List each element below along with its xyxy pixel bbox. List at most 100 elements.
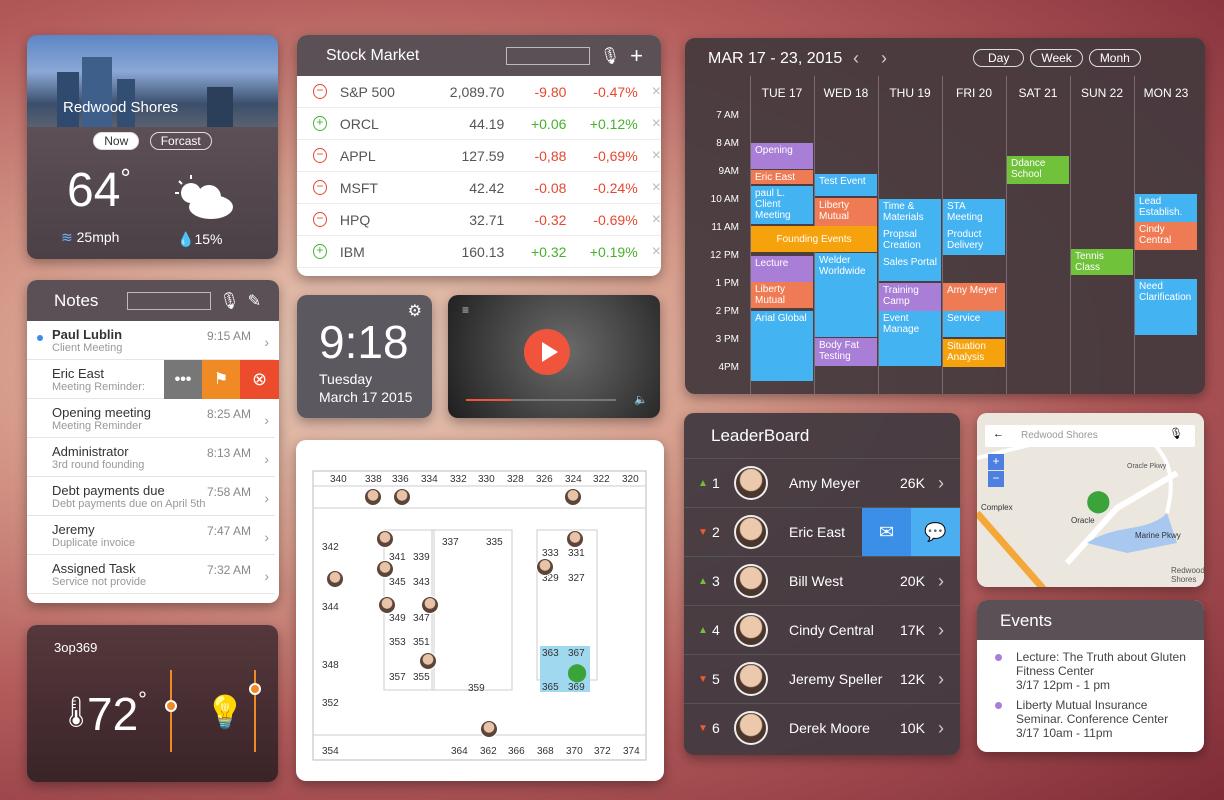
chevron-right-icon[interactable]: › (264, 568, 269, 584)
stock-search-input[interactable] (505, 46, 590, 65)
avatar[interactable] (364, 488, 382, 506)
volume-icon[interactable]: 🔈 (634, 393, 648, 406)
minus-icon[interactable]: − (313, 212, 327, 227)
calendar-event[interactable]: Opening (751, 143, 813, 169)
calendar-event[interactable]: Cindy Central (1135, 222, 1197, 250)
chevron-right-icon[interactable]: › (264, 412, 269, 428)
calendar-event[interactable]: Founding Events (751, 226, 877, 252)
calendar-event[interactable]: Tennis Class (1071, 249, 1133, 275)
note-item[interactable]: Debt payments due Debt payments due on Ap… (27, 477, 275, 516)
stock-row[interactable]: + IBM 160.13 +0.32 +0.19% × (297, 236, 661, 268)
next-icon[interactable]: › (881, 48, 887, 69)
calendar-event[interactable]: Ddance School (1007, 156, 1069, 184)
back-arrow-icon[interactable]: ← (993, 428, 1004, 440)
chevron-right-icon[interactable]: › (938, 620, 944, 641)
calendar-event[interactable]: Body Fat Testing (815, 338, 877, 366)
calendar-event[interactable]: Lead Establish. (1135, 194, 1197, 222)
play-button[interactable] (524, 329, 570, 375)
flag-button[interactable]: ⚑ (202, 360, 240, 399)
mic-icon[interactable]: 🎙 (1169, 427, 1183, 440)
close-icon[interactable]: × (652, 211, 661, 229)
edit-icon[interactable]: ✎ (248, 291, 261, 311)
calendar-event[interactable]: Time & Materials (879, 199, 941, 227)
calendar-event[interactable]: Service (943, 311, 1005, 337)
avatar[interactable] (419, 652, 437, 670)
add-icon[interactable]: + (630, 43, 643, 69)
close-icon[interactable]: × (652, 147, 661, 165)
note-item[interactable]: Assigned Task Service not provide 7:32 AM › (27, 555, 275, 594)
stock-row[interactable]: − HPQ 32.71 -0.32 -0.69% × (297, 204, 661, 236)
mic-icon[interactable]: 🎙 (219, 291, 239, 311)
calendar-event[interactable]: STA Meeting (943, 199, 1005, 227)
chevron-right-icon[interactable]: › (264, 451, 269, 467)
day-column[interactable] (1070, 76, 1134, 394)
leaderboard-row[interactable]: ▲ 1 Amy Meyer 26K › (684, 458, 960, 507)
light-slider[interactable] (249, 670, 261, 752)
plus-icon[interactable]: + (313, 244, 327, 259)
zoom-in-button[interactable]: + (988, 454, 1004, 470)
map-search-input[interactable]: Redwood Shores (985, 425, 1195, 447)
view-week-button[interactable]: Week (1030, 49, 1083, 67)
avatar[interactable] (393, 488, 411, 506)
note-item[interactable]: Eric East Meeting Reminder: ••• ⚑ ⊗ (27, 360, 279, 399)
calendar-event[interactable]: Liberty Mutual (751, 282, 813, 308)
stock-row[interactable]: − MSFT 42.42 -0.08 -0.24% × (297, 172, 661, 204)
map-widget[interactable]: Redwood Shores ← 🎙 + − ⬤ Oracle Complex … (977, 413, 1204, 587)
temp-slider[interactable] (165, 670, 177, 752)
view-day-button[interactable]: Day (973, 49, 1025, 67)
event-item[interactable]: Lecture: The Truth about Gluten Fitness C… (977, 650, 1204, 698)
close-icon[interactable]: × (652, 115, 661, 133)
avatar[interactable] (564, 488, 582, 506)
calendar-event[interactable]: Event Manage (879, 311, 941, 366)
calendar-event[interactable]: Lecture (751, 256, 813, 282)
zoom-out-button[interactable]: − (988, 471, 1004, 487)
calendar-event[interactable]: Sales Portal (879, 255, 941, 281)
avatar[interactable] (376, 530, 394, 548)
progress-bar[interactable] (466, 399, 616, 401)
gear-icon[interactable]: ⚙ (408, 301, 422, 321)
close-icon[interactable]: × (652, 243, 661, 261)
leaderboard-row[interactable]: ▼ 5 Jeremy Speller 12K › (684, 654, 960, 703)
note-item[interactable]: Administrator 3rd round founding 8:13 AM › (27, 438, 275, 477)
tab-forecast[interactable]: Forcast (149, 132, 212, 150)
tab-now[interactable]: Now (93, 132, 140, 150)
calendar-event[interactable]: Welder Worldwide (815, 253, 877, 337)
calendar-event[interactable]: Test Event (815, 174, 877, 196)
note-item[interactable]: Paul Lublin Client Meeting 9:15 AM › (27, 321, 275, 360)
minus-icon[interactable]: − (313, 84, 327, 99)
leaderboard-row[interactable]: ▲ 3 Bill West 20K › (684, 556, 960, 605)
note-item[interactable]: Opening meeting Meeting Reminder 8:25 AM › (27, 399, 275, 438)
delete-button[interactable]: ⊗ (240, 360, 279, 399)
chevron-right-icon[interactable]: › (938, 571, 944, 592)
prev-icon[interactable]: ‹ (853, 48, 859, 69)
leaderboard-row[interactable]: ▼ 2 Eric East ✉ 💬 (684, 507, 960, 556)
more-button[interactable]: ••• (164, 360, 202, 399)
calendar-event[interactable]: Situation Analysis (943, 339, 1005, 367)
chevron-right-icon[interactable]: › (264, 334, 269, 350)
chat-button[interactable]: 💬 (911, 508, 960, 556)
calendar-event[interactable]: Amy Meyer (943, 283, 1005, 311)
leaderboard-row[interactable]: ▼ 6 Derek Moore 10K › (684, 703, 960, 752)
chevron-right-icon[interactable]: › (938, 718, 944, 739)
mail-button[interactable]: ✉ (862, 508, 911, 556)
calendar-event[interactable]: Arial Global (751, 311, 813, 381)
chevron-right-icon[interactable]: › (938, 473, 944, 494)
avatar[interactable] (421, 596, 439, 614)
day-column[interactable] (1006, 76, 1070, 394)
event-item[interactable]: Liberty Mutual Insurance Seminar. Confere… (977, 698, 1204, 746)
mic-icon[interactable]: 🎙 (600, 46, 620, 66)
stock-row[interactable]: − APPL 127.59 -0,88 -0,69% × (297, 140, 661, 172)
note-item[interactable]: Jeremy Duplicate invoice 7:47 AM › (27, 516, 275, 555)
calendar-event[interactable]: Eric East (751, 170, 813, 184)
chevron-right-icon[interactable]: › (938, 669, 944, 690)
calendar-event[interactable]: Product Delivery (943, 227, 1005, 255)
avatar[interactable] (480, 720, 498, 738)
minus-icon[interactable]: − (313, 180, 327, 195)
avatar[interactable] (378, 596, 396, 614)
plus-icon[interactable]: + (313, 116, 327, 131)
calendar-event[interactable]: Propsal Creation (879, 227, 941, 255)
calendar-event[interactable]: Liberty Mutual (815, 198, 877, 226)
chevron-right-icon[interactable]: › (264, 529, 269, 545)
avatar[interactable] (566, 530, 584, 548)
close-icon[interactable]: × (652, 179, 661, 197)
